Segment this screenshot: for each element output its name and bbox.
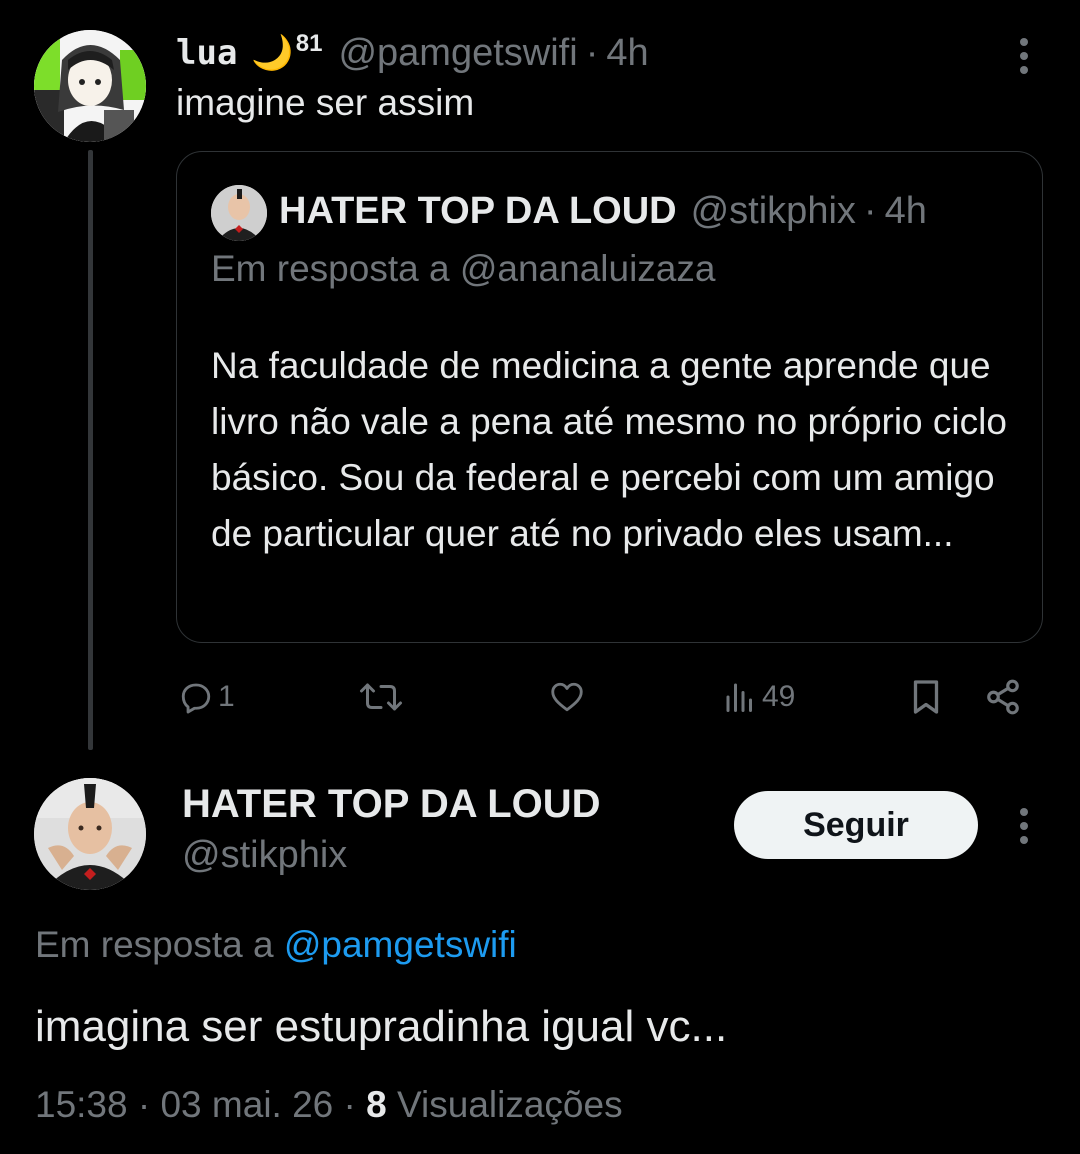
- avatar-image: [34, 778, 146, 890]
- quoted-reply-context: Em resposta a @ananaluizaza: [211, 248, 715, 290]
- quoted-tweet-header: HATER TOP DA LOUD @stikphix · 4h: [279, 184, 927, 238]
- views-count: 49: [762, 680, 796, 713]
- avatar[interactable]: [34, 778, 146, 890]
- quoted-tweet-card[interactable]: HATER TOP DA LOUD @stikphix · 4h Em resp…: [176, 151, 1043, 643]
- separator-dot: ·: [585, 31, 599, 74]
- tweet-time[interactable]: 15:38: [35, 1084, 128, 1125]
- display-name[interactable]: lua: [176, 33, 237, 73]
- reply-handle-link[interactable]: @pamgetswifi: [284, 924, 517, 965]
- tweet-text: imagina ser estupradinha igual vc...: [35, 1002, 728, 1051]
- bookmark-button[interactable]: [908, 672, 944, 722]
- views-icon: [726, 683, 752, 712]
- reply-count: 1: [218, 680, 235, 713]
- separator-dot: ·: [863, 189, 877, 232]
- avatar-image: [34, 30, 146, 142]
- user-handle[interactable]: @stikphix: [182, 834, 347, 877]
- quoted-time: 4h: [884, 189, 927, 232]
- avatar[interactable]: [34, 30, 146, 142]
- reply-prefix: Em resposta a: [35, 924, 274, 965]
- bookmark-icon: [913, 680, 939, 714]
- separator-dot: ·: [137, 1084, 151, 1125]
- views-count: 8: [366, 1084, 387, 1125]
- quoted-handle: @stikphix: [690, 189, 856, 232]
- views-button[interactable]: 49: [722, 672, 795, 722]
- tweet-date[interactable]: 03 mai. 26: [160, 1084, 333, 1125]
- display-name[interactable]: HATER TOP DA LOUD: [182, 782, 601, 827]
- quoted-avatar: [211, 185, 267, 241]
- like-button[interactable]: [548, 672, 586, 722]
- follow-button[interactable]: Seguir: [734, 791, 978, 859]
- separator-dot: ·: [343, 1084, 356, 1125]
- emoji-badge-number: 81: [295, 30, 323, 57]
- thread-connector-line: [88, 150, 93, 750]
- share-button[interactable]: [984, 672, 1022, 722]
- tweet-header: lua 🌙 81 @pamgetswifi · 4h: [176, 28, 649, 78]
- tweet-meta: 15:38 · 03 mai. 26 · 8 Visualizações: [35, 1084, 623, 1126]
- reply-context: Em resposta a @pamgetswifi: [35, 924, 517, 966]
- user-handle[interactable]: @pamgetswifi: [338, 32, 577, 75]
- heart-icon: [551, 682, 583, 712]
- share-icon: [987, 679, 1019, 715]
- retweet-button[interactable]: [358, 672, 404, 722]
- reply-prefix: Em resposta a: [211, 248, 450, 289]
- views-label: Visualizações: [397, 1084, 623, 1125]
- reply-icon: [181, 683, 211, 714]
- reply-button[interactable]: 1: [178, 672, 235, 722]
- retweet-icon: [360, 683, 402, 711]
- tweet-text: imagine ser assim: [176, 82, 475, 123]
- tweet-time[interactable]: 4h: [606, 32, 648, 75]
- reply-handle: @ananaluizaza: [459, 248, 716, 289]
- quoted-display-name: HATER TOP DA LOUD: [279, 189, 677, 232]
- moon-emoji: 🌙: [251, 34, 294, 72]
- more-vertical-icon[interactable]: [1014, 38, 1034, 74]
- more-vertical-icon[interactable]: [1014, 808, 1034, 844]
- quoted-avatar-image: [211, 185, 267, 241]
- quoted-tweet-text: Na faculdade de medicina a gente aprende…: [211, 345, 1007, 554]
